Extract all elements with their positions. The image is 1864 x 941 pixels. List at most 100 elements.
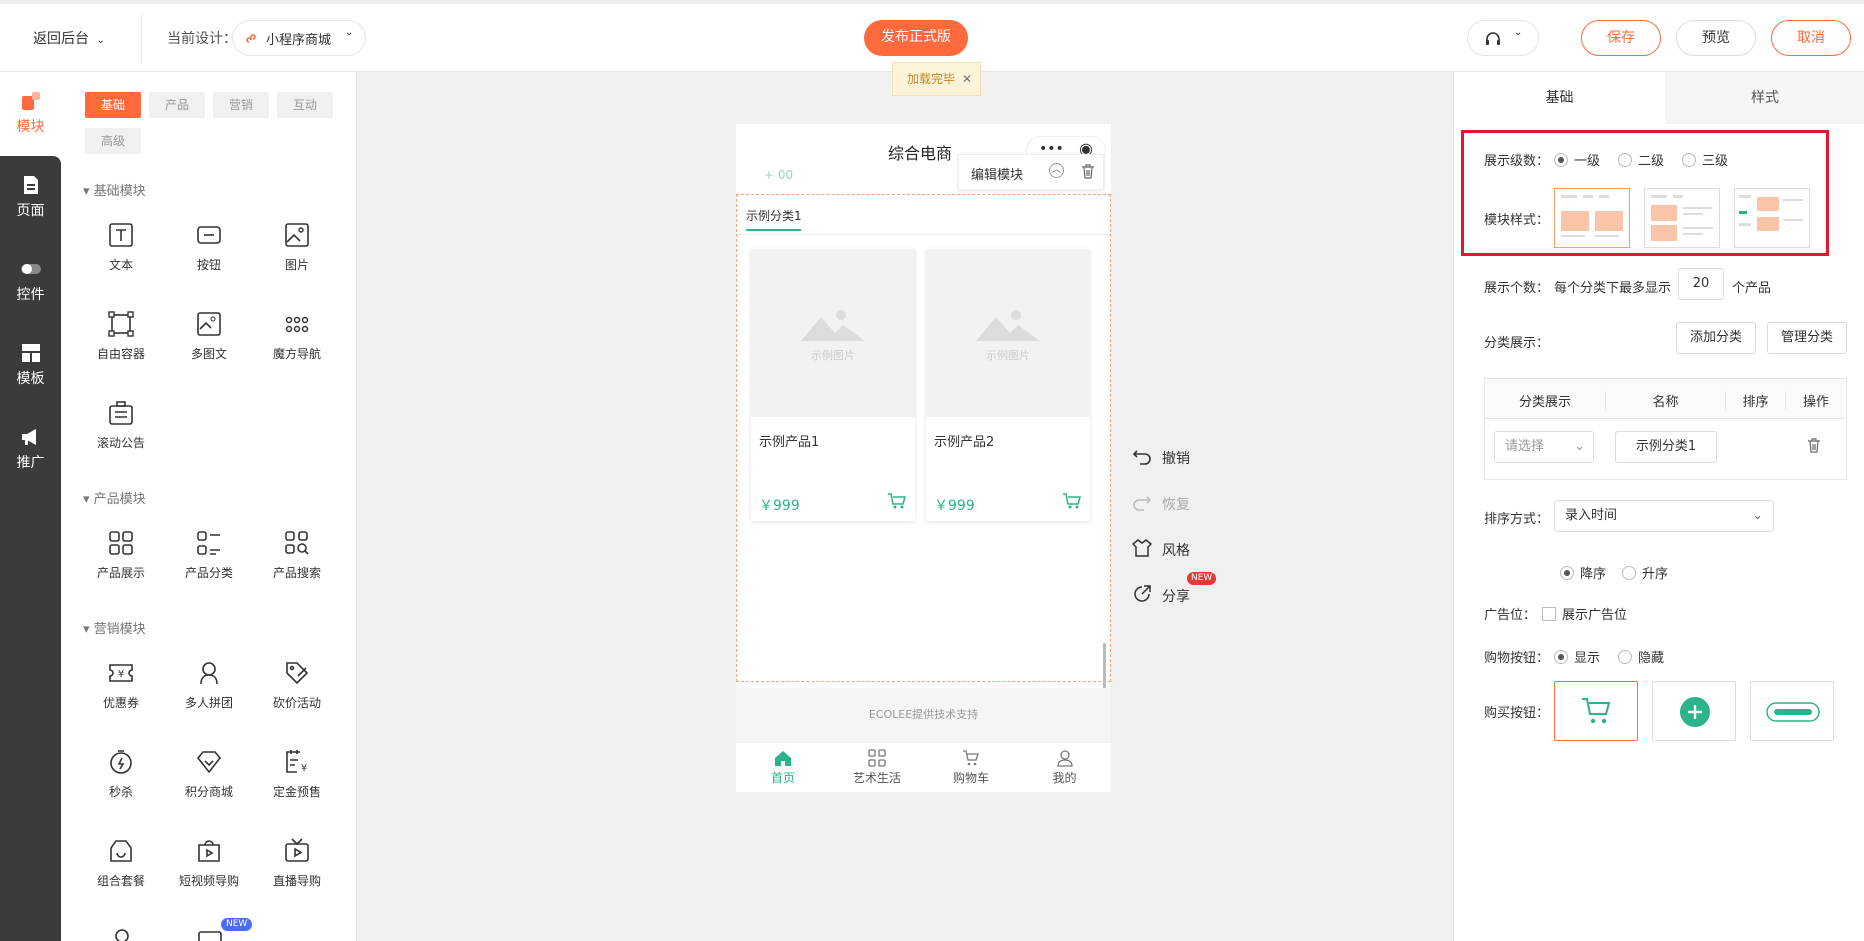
module-scroll-notice[interactable]: 滚动公告 (77, 400, 165, 451)
module-combo-package[interactable]: 组合套餐 (77, 838, 165, 889)
module-short-video[interactable]: 短视频导购 (165, 838, 253, 889)
module-product-category[interactable]: 产品分类 (165, 530, 253, 581)
order-desc-option[interactable]: 降序 (1560, 563, 1606, 582)
action-label: 恢复 (1162, 497, 1190, 513)
module-deposit-presale[interactable]: ¥ 定金预售 (253, 749, 341, 800)
module-multi-image-text[interactable]: 多图文 (165, 311, 253, 362)
option-label: 二级 (1638, 154, 1665, 169)
cancel-button[interactable]: 取消 (1771, 20, 1851, 56)
trash-icon[interactable] (1081, 163, 1095, 179)
grid-icon (109, 531, 133, 555)
level-option-2[interactable]: 二级 (1618, 150, 1664, 169)
module-coupon[interactable]: ¥ 优惠券 (77, 660, 165, 711)
layout-thumb-icon (1561, 195, 1623, 237)
cart-hide-option[interactable]: 隐藏 (1618, 647, 1664, 666)
module-flash-sale[interactable]: 秒杀 (77, 749, 165, 800)
module-label: 魔方导航 (272, 347, 321, 361)
tabbar-home[interactable]: 首页 (736, 749, 830, 786)
publish-button[interactable]: 发布正式版 (864, 20, 968, 56)
tab-basic-props[interactable]: 基础 (1454, 72, 1665, 124)
cart-icon (1582, 698, 1611, 724)
manage-category-button[interactable]: 管理分类 (1767, 322, 1847, 354)
nav-label: 控件 (16, 287, 45, 303)
action-label: 分享 (1162, 589, 1190, 605)
tabbar-art-life[interactable]: 艺术生活 (830, 749, 924, 786)
module-partial[interactable] (197, 930, 223, 941)
module-free-container[interactable]: 自由容器 (77, 311, 165, 362)
user-icon (1056, 750, 1073, 767)
tab-advanced[interactable]: 高级 (85, 128, 141, 154)
selected-module-outline[interactable]: 示例分类1 示例图片 示例产品1 ￥999 示例图片 示例产品2 ￥999 (736, 194, 1111, 767)
coupon-icon: ¥ (109, 664, 133, 682)
cart-show-option[interactable]: 显示 (1554, 647, 1600, 666)
module-style-option-1[interactable] (1554, 188, 1630, 248)
back-label: 返回后台 (33, 31, 89, 47)
tab-interaction[interactable]: 互动 (277, 92, 333, 118)
layout-thumb-icon (1651, 195, 1713, 241)
tabbar-cart[interactable]: 购物车 (924, 749, 1018, 786)
back-to-admin-button[interactable]: 返回后台 ⌄ (33, 28, 105, 48)
move-up-icon[interactable]: ︿ (1049, 163, 1064, 178)
users-icon (200, 662, 218, 685)
save-button[interactable]: 保存 (1581, 20, 1661, 56)
screen-icon (198, 931, 222, 941)
nav-item-controls[interactable]: 控件 (0, 258, 61, 304)
module-bargain[interactable]: 砍价活动 (253, 660, 341, 711)
page-icon (23, 176, 38, 194)
buy-style-plus[interactable] (1652, 681, 1736, 741)
module-label: 多人拼团 (184, 696, 233, 710)
module-product-search[interactable]: 产品搜索 (253, 530, 341, 581)
module-points-mall[interactable]: 积分商城 (165, 749, 253, 800)
module-live-stream[interactable]: 直播导购 (253, 838, 341, 889)
module-style-option-3[interactable] (1734, 188, 1810, 248)
section-basic-header[interactable]: ▾ 基础模块 (83, 180, 146, 199)
module-label: 秒杀 (108, 785, 133, 799)
module-group-buy[interactable]: 多人拼团 (165, 660, 253, 711)
section-marketing-header[interactable]: ▾ 营销模块 (83, 618, 146, 637)
support-dropdown[interactable]: ⌄ (1467, 20, 1539, 56)
product-card[interactable]: 示例图片 示例产品1 ￥999 (751, 249, 915, 521)
close-icon[interactable]: ✕ (962, 63, 972, 95)
order-asc-option[interactable]: 升序 (1622, 563, 1668, 582)
checkbox-icon (1542, 607, 1556, 621)
add-category-button[interactable]: 添加分类 (1676, 322, 1756, 354)
category-name-input[interactable]: 示例分类1 (1615, 431, 1717, 463)
nav-item-templates[interactable]: 模板 (0, 342, 61, 388)
nav-item-promotion[interactable]: 推广 (0, 426, 61, 472)
count-input[interactable]: 20 (1678, 268, 1724, 300)
tab-marketing[interactable]: 营销 (213, 92, 269, 118)
module-text[interactable]: 文本 (77, 222, 165, 273)
tab-basic[interactable]: 基础 (85, 92, 141, 118)
chevron-down-icon: ⌄ (1514, 27, 1523, 38)
level-option-1[interactable]: 一级 (1554, 150, 1600, 169)
tab-product[interactable]: 产品 (149, 92, 205, 118)
product-price: ￥999 (759, 498, 800, 514)
tab-style-props[interactable]: 样式 (1665, 72, 1864, 124)
design-selector[interactable]: 小程序商城 ⌄ (232, 20, 366, 56)
trash-icon[interactable] (1807, 437, 1821, 453)
edit-module-button[interactable]: 编辑模块 (971, 164, 1023, 183)
preview-button[interactable]: 预览 (1676, 20, 1756, 56)
ad-checkbox[interactable]: 展示广告位 (1542, 604, 1627, 623)
chevron-down-icon: ⌄ (1574, 439, 1585, 454)
cart-icon[interactable] (887, 492, 907, 510)
sort-select[interactable]: 录入时间 ⌄ (1554, 500, 1774, 532)
section-product-header[interactable]: ▾ 产品模块 (83, 488, 146, 507)
module-product-display[interactable]: 产品展示 (77, 530, 165, 581)
nav-item-modules[interactable]: 模块 (0, 90, 61, 136)
category-tab-1[interactable]: 示例分类1 (746, 207, 802, 224)
presale-icon: ¥ (286, 750, 307, 774)
product-card[interactable]: 示例图片 示例产品2 ￥999 (926, 249, 1090, 521)
nav-item-pages[interactable]: 页面 (0, 174, 61, 220)
buy-style-cart[interactable] (1554, 681, 1638, 741)
module-style-option-2[interactable] (1644, 188, 1720, 248)
module-cube-nav[interactable]: 魔方导航 (253, 311, 341, 362)
module-partial[interactable] (109, 927, 135, 941)
category-select[interactable]: 请选择 ⌄ (1494, 431, 1594, 463)
module-image[interactable]: 图片 (253, 222, 341, 273)
tabbar-mine[interactable]: 我的 (1018, 749, 1111, 786)
buy-style-pill[interactable] (1750, 681, 1834, 741)
cart-icon[interactable] (1062, 492, 1082, 510)
level-option-3[interactable]: 三级 (1682, 150, 1728, 169)
module-button[interactable]: 按钮 (165, 222, 253, 273)
